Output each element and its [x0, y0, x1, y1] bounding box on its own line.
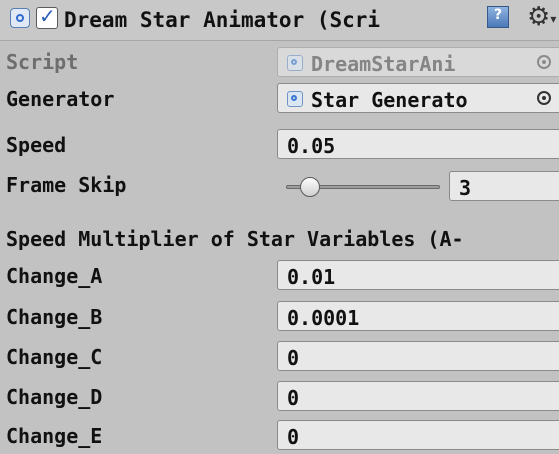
- speed-label: Speed: [6, 133, 67, 157]
- speed-input[interactable]: 0.05: [277, 129, 559, 159]
- chevron-down-icon: ▾: [550, 12, 557, 26]
- change-c-input[interactable]: 0: [277, 341, 559, 371]
- frame-skip-input[interactable]: 3: [449, 171, 559, 201]
- frame-skip-slider-thumb[interactable]: [300, 177, 320, 197]
- script-label: Script: [6, 50, 79, 74]
- script-value: DreamStarAni: [311, 52, 456, 76]
- script-picker-icon: [537, 55, 551, 69]
- change-d-input[interactable]: 0: [277, 381, 559, 411]
- generator-field[interactable]: Star Generato: [277, 83, 559, 113]
- speed-value: 0.05: [287, 134, 336, 158]
- change-a-input[interactable]: 0.01: [277, 260, 559, 290]
- script-field: DreamStarAni: [277, 47, 559, 77]
- component-title[interactable]: Dream Star Animator (Scri: [64, 8, 380, 32]
- change-b-label: Change_B: [6, 305, 103, 329]
- change-c-label: Change_C: [6, 345, 103, 369]
- change-e-value: 0: [287, 425, 300, 449]
- section-title: Speed Multiplier of Star Variables (A-: [6, 227, 464, 251]
- generator-label: Generator: [6, 87, 115, 111]
- script-file-icon: [287, 91, 303, 107]
- enabled-checkbox[interactable]: [36, 4, 58, 29]
- change-e-input[interactable]: 0: [277, 420, 559, 450]
- change-c-value: 0: [287, 346, 300, 370]
- change-a-value: 0.01: [287, 265, 336, 289]
- gear-glyph: ⚙: [527, 2, 551, 32]
- generator-value: Star Generato: [311, 88, 468, 112]
- component-header: Dream Star Animator (Scri ⚙▾: [0, 0, 559, 41]
- frame-skip-value: 3: [459, 176, 472, 200]
- help-icon[interactable]: [487, 6, 509, 28]
- gear-icon[interactable]: ⚙▾: [527, 2, 556, 32]
- change-d-label: Change_D: [6, 385, 103, 409]
- generator-picker-icon[interactable]: [537, 91, 551, 105]
- change-b-value: 0.0001: [287, 306, 360, 330]
- change-e-label: Change_E: [6, 424, 103, 448]
- change-a-label: Change_A: [6, 264, 103, 288]
- script-file-icon: [287, 55, 303, 71]
- frame-skip-label: Frame Skip: [6, 173, 127, 197]
- change-d-value: 0: [287, 386, 300, 410]
- script-icon: [10, 8, 30, 28]
- change-b-input[interactable]: 0.0001: [277, 301, 559, 331]
